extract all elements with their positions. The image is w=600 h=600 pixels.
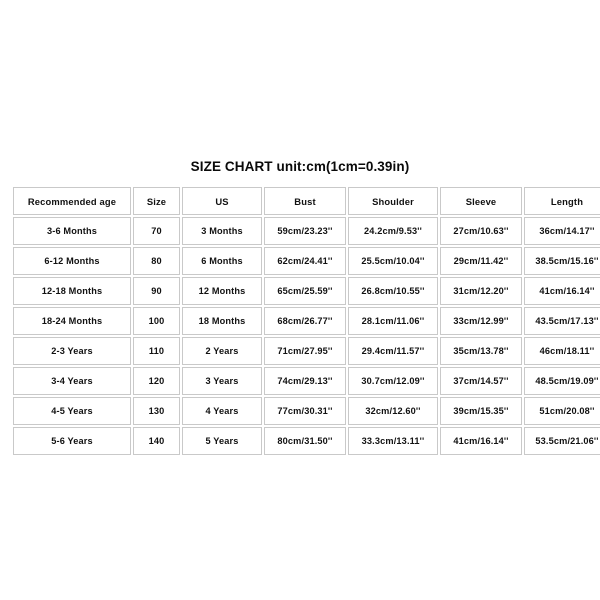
cell-shoulder: 30.7cm/12.09'' bbox=[348, 367, 438, 395]
cell-length: 48.5cm/19.09'' bbox=[524, 367, 600, 395]
size-chart-table: Recommended age Size US Bust Shoulder Sleeve L… bbox=[11, 185, 600, 457]
cell-shoulder: 28.1cm/11.06'' bbox=[348, 307, 438, 335]
table-row: 12-18 Months 90 12 Months 65cm/25.59'' 26.8c… bbox=[13, 277, 600, 305]
cell-size: 100 bbox=[133, 307, 180, 335]
table-header-row: Recommended age Size US Bust Shoulder Sleeve L… bbox=[13, 187, 600, 215]
size-chart-table-container: Recommended age Size US Bust Shoulder Sleeve L… bbox=[11, 185, 600, 457]
cell-us: 12 Months bbox=[182, 277, 262, 305]
cell-recommended-age: 6-12 Months bbox=[13, 247, 131, 275]
cell-size: 80 bbox=[133, 247, 180, 275]
table-row: 4-5 Years 130 4 Years 77cm/30.31'' 32cm/12.6… bbox=[13, 397, 600, 425]
column-header-sleeve: Sleeve bbox=[440, 187, 522, 215]
cell-us: 6 Months bbox=[182, 247, 262, 275]
column-header-length: Length bbox=[524, 187, 600, 215]
table-row: 6-12 Months 80 6 Months 62cm/24.41'' 25.5cm/… bbox=[13, 247, 600, 275]
cell-recommended-age: 4-5 Years bbox=[13, 397, 131, 425]
cell-bust: 77cm/30.31'' bbox=[264, 397, 346, 425]
cell-length: 46cm/18.11'' bbox=[524, 337, 600, 365]
table-row: 3-6 Months 70 3 Months 59cm/23.23'' 24.2cm/9… bbox=[13, 217, 600, 245]
cell-recommended-age: 5-6 Years bbox=[13, 427, 131, 455]
cell-sleeve: 29cm/11.42'' bbox=[440, 247, 522, 275]
cell-bust: 74cm/29.13'' bbox=[264, 367, 346, 395]
cell-sleeve: 35cm/13.78'' bbox=[440, 337, 522, 365]
table-row: 5-6 Years 140 5 Years 80cm/31.50'' 33.3cm/13… bbox=[13, 427, 600, 455]
cell-length: 36cm/14.17'' bbox=[524, 217, 600, 245]
cell-bust: 80cm/31.50'' bbox=[264, 427, 346, 455]
cell-bust: 59cm/23.23'' bbox=[264, 217, 346, 245]
table-row: 3-4 Years 120 3 Years 74cm/29.13'' 30.7cm/12… bbox=[13, 367, 600, 395]
cell-recommended-age: 3-4 Years bbox=[13, 367, 131, 395]
cell-us: 3 Years bbox=[182, 367, 262, 395]
cell-us: 3 Months bbox=[182, 217, 262, 245]
cell-length: 38.5cm/15.16'' bbox=[524, 247, 600, 275]
cell-recommended-age: 12-18 Months bbox=[13, 277, 131, 305]
cell-shoulder: 32cm/12.60'' bbox=[348, 397, 438, 425]
cell-size: 110 bbox=[133, 337, 180, 365]
cell-recommended-age: 18-24 Months bbox=[13, 307, 131, 335]
cell-shoulder: 26.8cm/10.55'' bbox=[348, 277, 438, 305]
table-row: 18-24 Months 100 18 Months 68cm/26.77'' 28.1… bbox=[13, 307, 600, 335]
cell-sleeve: 27cm/10.63'' bbox=[440, 217, 522, 245]
cell-length: 51cm/20.08'' bbox=[524, 397, 600, 425]
cell-bust: 71cm/27.95'' bbox=[264, 337, 346, 365]
cell-sleeve: 41cm/16.14'' bbox=[440, 427, 522, 455]
cell-us: 2 Years bbox=[182, 337, 262, 365]
column-header-us: US bbox=[182, 187, 262, 215]
column-header-size: Size bbox=[133, 187, 180, 215]
column-header-shoulder: Shoulder bbox=[348, 187, 438, 215]
cell-us: 4 Years bbox=[182, 397, 262, 425]
cell-size: 120 bbox=[133, 367, 180, 395]
cell-bust: 65cm/25.59'' bbox=[264, 277, 346, 305]
cell-us: 5 Years bbox=[182, 427, 262, 455]
cell-sleeve: 31cm/12.20'' bbox=[440, 277, 522, 305]
cell-shoulder: 33.3cm/13.11'' bbox=[348, 427, 438, 455]
cell-us: 18 Months bbox=[182, 307, 262, 335]
cell-shoulder: 29.4cm/11.57'' bbox=[348, 337, 438, 365]
cell-sleeve: 39cm/15.35'' bbox=[440, 397, 522, 425]
cell-length: 41cm/16.14'' bbox=[524, 277, 600, 305]
column-header-bust: Bust bbox=[264, 187, 346, 215]
cell-size: 130 bbox=[133, 397, 180, 425]
cell-sleeve: 37cm/14.57'' bbox=[440, 367, 522, 395]
cell-recommended-age: 2-3 Years bbox=[13, 337, 131, 365]
cell-sleeve: 33cm/12.99'' bbox=[440, 307, 522, 335]
table-row: 2-3 Years 110 2 Years 71cm/27.95'' 29.4cm/11… bbox=[13, 337, 600, 365]
cell-bust: 62cm/24.41'' bbox=[264, 247, 346, 275]
size-chart-page: SIZE CHART unit:cm(1cm=0.39in) Recommend… bbox=[0, 0, 600, 600]
cell-size: 140 bbox=[133, 427, 180, 455]
cell-shoulder: 24.2cm/9.53'' bbox=[348, 217, 438, 245]
cell-size: 70 bbox=[133, 217, 180, 245]
cell-size: 90 bbox=[133, 277, 180, 305]
cell-length: 53.5cm/21.06'' bbox=[524, 427, 600, 455]
cell-length: 43.5cm/17.13'' bbox=[524, 307, 600, 335]
column-header-recommended-age: Recommended age bbox=[13, 187, 131, 215]
cell-recommended-age: 3-6 Months bbox=[13, 217, 131, 245]
cell-shoulder: 25.5cm/10.04'' bbox=[348, 247, 438, 275]
cell-bust: 68cm/26.77'' bbox=[264, 307, 346, 335]
page-title: SIZE CHART unit:cm(1cm=0.39in) bbox=[190, 159, 410, 174]
